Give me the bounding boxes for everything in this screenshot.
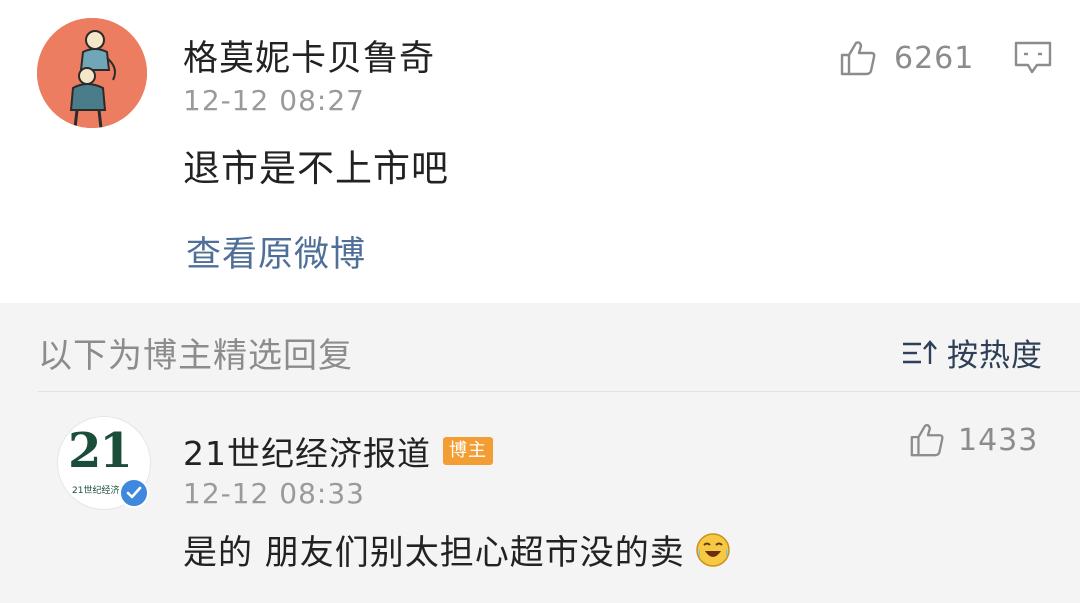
reply-like-button[interactable]: 1433 [908,421,1038,459]
sort-toggle[interactable]: 按热度 [901,330,1043,375]
comment-timestamp: 12-12 08:27 [183,84,365,117]
avatar-logo-text: 21 [68,423,133,479]
comment-card: 格莫妮卡贝鲁奇 12-12 08:27 退市是不上市吧 查看原微博 6261 [0,0,1080,303]
host-replies-section: 以下为博主精选回复 按热度 21 21世纪经济报道 21世纪经济报道 博主 12… [0,303,1080,603]
reply-timestamp: 12-12 08:33 [183,477,365,510]
reply-username[interactable]: 21世纪经济报道 [183,427,431,475]
avatar[interactable] [37,18,147,128]
reply-text: 是的 朋友们别太担心超市没的卖 [183,533,685,573]
reply-button[interactable] [1013,40,1053,80]
comment-icon [1014,41,1052,74]
check-icon [126,486,142,499]
like-count: 6261 [894,40,975,76]
thumbs-up-icon [840,41,876,76]
reply-like-count: 1433 [958,422,1039,458]
avatar-illustration-icon [37,18,147,128]
sort-label: 按热度 [947,338,1043,374]
reply-username-row: 21世纪经济报道 博主 [183,427,493,475]
sort-icon [903,339,937,364]
section-title: 以下为博主精选回复 [38,336,353,376]
laughing-crying-emoji-icon [696,532,730,567]
host-badge: 博主 [443,437,493,465]
thumbs-up-icon [910,424,944,457]
comment-text: 退市是不上市吧 [183,147,449,190]
verified-badge-icon [119,478,149,508]
weibo-comment-page: 格莫妮卡贝鲁奇 12-12 08:27 退市是不上市吧 查看原微博 6261 以… [0,0,1080,603]
view-original-link[interactable]: 查看原微博 [186,226,366,277]
divider [38,391,1080,392]
reply-text-row: 是的 朋友们别太担心超市没的卖 [183,525,731,574]
comment-username[interactable]: 格莫妮卡贝鲁奇 [183,30,435,81]
like-button[interactable]: 6261 [838,38,974,78]
